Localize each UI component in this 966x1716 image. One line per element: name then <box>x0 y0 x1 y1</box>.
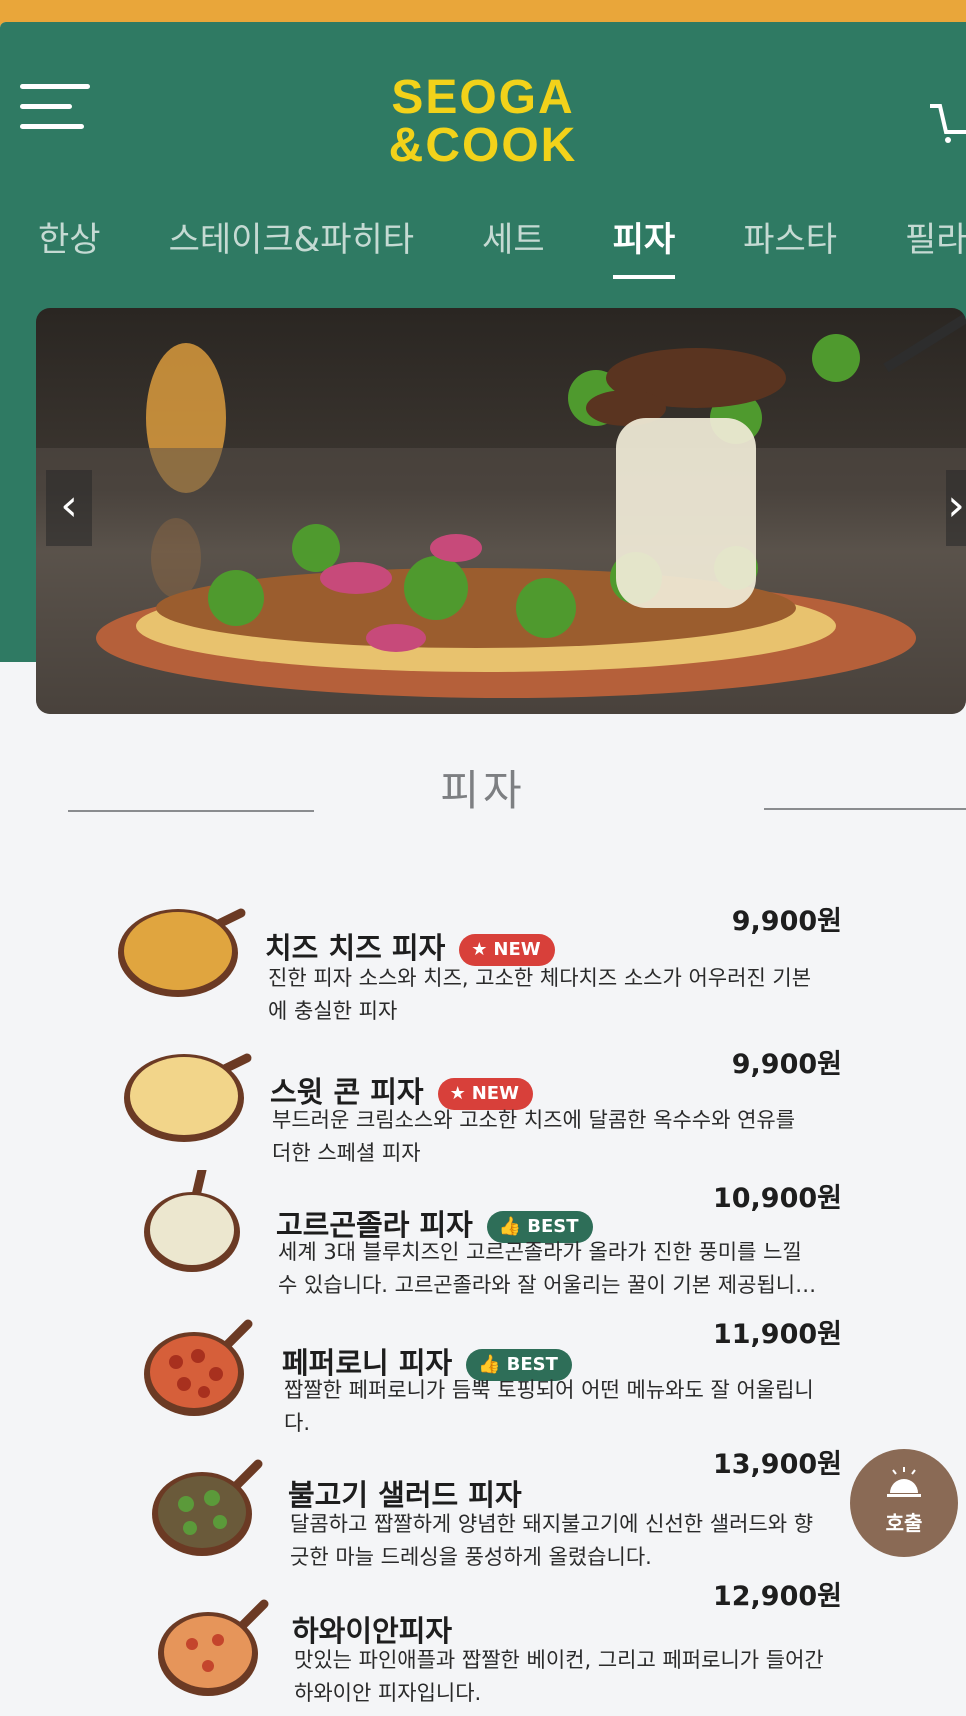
divider-left <box>68 810 314 812</box>
menu-item-sweet-corn-pizza[interactable]: 스윗 콘 피자 ★ NEW 9,900원 부드러운 크림소스와 고소한 치즈에 달콤… <box>0 1012 966 1165</box>
tab-hansang[interactable]: 한상 <box>38 212 101 279</box>
thumbs-up-icon: 👍 <box>478 1354 501 1375</box>
gorgonzola-pizza-image <box>144 1170 240 1272</box>
hawaiian-pizza-image <box>158 1599 269 1696</box>
bell-icon <box>887 1467 921 1497</box>
pepperoni-pizza-image <box>144 1319 253 1416</box>
logo-line-2: &COOK <box>388 119 578 172</box>
call-staff-button[interactable]: 호출 <box>850 1449 958 1557</box>
cart-icon[interactable] <box>926 92 966 148</box>
star-icon: ★ <box>449 1083 466 1104</box>
item-description: 맛있는 파인애플과 짭짤한 베이컨, 그리고 페퍼로니가 들어간 하와이안 피자입… <box>294 1648 824 1705</box>
item-price: 9,900원 <box>731 1049 842 1080</box>
carousel-next-button[interactable]: › <box>946 470 966 546</box>
divider-right <box>764 808 966 810</box>
tab-set[interactable]: 세트 <box>482 212 545 279</box>
tab-pizza[interactable]: 피자 <box>612 212 675 279</box>
carousel-prev-button[interactable]: ‹ <box>46 470 92 546</box>
item-price: 9,900원 <box>731 906 842 937</box>
brand-logo: SEOGA &COOK <box>0 74 966 170</box>
item-price: 13,900원 <box>712 1449 842 1480</box>
logo-line-1: SEOGA <box>391 71 575 124</box>
bulgogi-pizza-image <box>152 1459 263 1556</box>
menu-item-bulgogi-salad-pizza[interactable]: 불고기 샐러드 피자 13,900원 달콤하고 짭짤하게 양념한 돼지불고기에 … <box>0 1430 966 1570</box>
corn-pizza-image <box>124 1053 252 1142</box>
item-price: 11,900원 <box>712 1319 842 1350</box>
menu-item-pepperoni-pizza[interactable]: 페퍼로니 피자 👍 BEST 11,900원 짭짤한 페퍼로니가 듬뿍 토핑되어 어… <box>0 1290 966 1435</box>
cheese-pizza-image <box>118 908 246 997</box>
tab-pilaf[interactable]: 필라프& <box>905 212 966 279</box>
star-icon: ★ <box>471 939 488 960</box>
thumbs-up-icon: 👍 <box>498 1216 522 1237</box>
menu-item-hawaiian-pizza[interactable]: 하와이안피자 12,900원 맛있는 파인애플과 짭짤한 베이컨, 그리고 페퍼… <box>0 1570 966 1710</box>
tab-steak-fajita[interactable]: 스테이크&파히타 <box>169 212 414 279</box>
kiosk-screen: SEOGA &COOK 한상 스테이크&파히타 세트 피자 파스타 필라프& <box>0 22 966 1716</box>
hero-pizza-image <box>36 308 966 714</box>
call-button-label: 호출 <box>885 1511 923 1535</box>
menu-item-cheese-cheese-pizza[interactable]: 치즈 치즈 피자 ★ NEW 9,900원 진한 피자 소스와 치즈, 고소한 체다… <box>0 867 966 1023</box>
item-description: 달콤하고 짭짤하게 양념한 돼지불고기에 신선한 샐러드와 향 긋한 마늘 드레싱… <box>290 1512 814 1569</box>
item-name: 치즈 치즈 피자 ★ NEW <box>265 925 555 967</box>
category-tabs: 한상 스테이크&파히타 세트 피자 파스타 필라프& <box>0 212 966 282</box>
menu-item-gorgonzola-pizza[interactable]: 고르곤졸라 피자 👍 BEST 10,900원 세계 3대 블루치즈인 고르곤졸라가… <box>0 1150 966 1297</box>
item-price: 10,900원 <box>712 1183 842 1214</box>
item-price: 12,900원 <box>712 1581 842 1612</box>
tab-pasta[interactable]: 파스타 <box>743 212 837 279</box>
